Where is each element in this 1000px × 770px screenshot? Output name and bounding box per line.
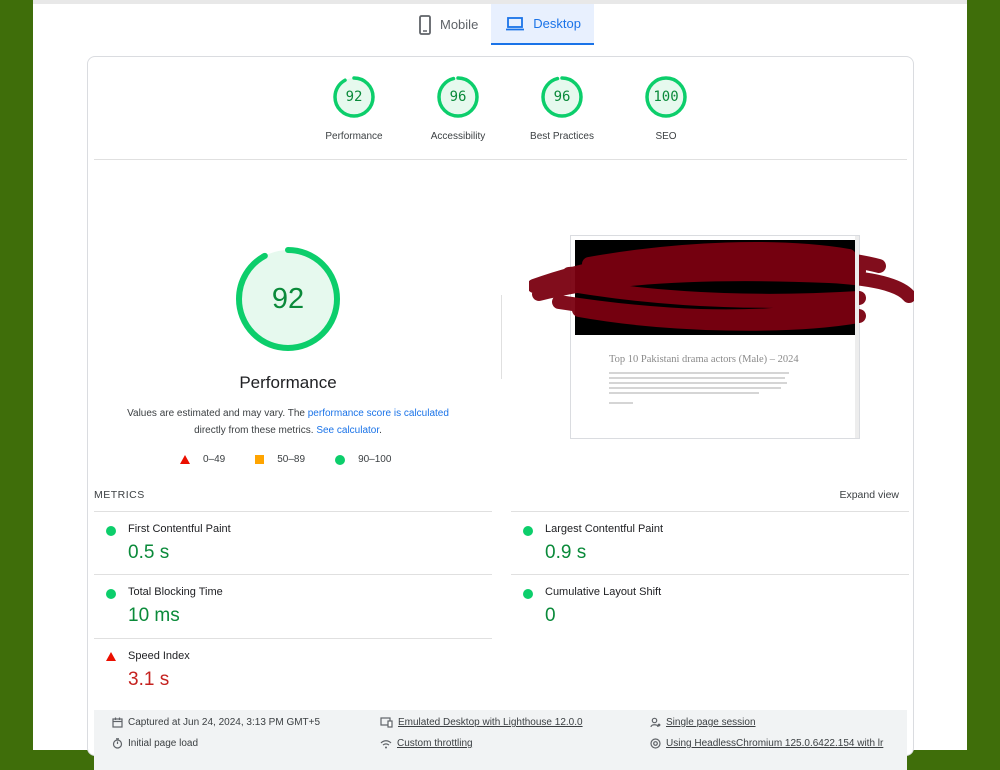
laptop-icon — [505, 16, 525, 32]
load-info: Initial page load — [112, 738, 198, 749]
page: Mobile Desktop 92 Performance 96 Accessi… — [33, 0, 967, 770]
fail-triangle-icon — [106, 652, 116, 661]
legend-pass-label: 90–100 — [358, 454, 392, 465]
metric-value: 0 — [545, 605, 556, 626]
metric-label: Cumulative Layout Shift — [545, 586, 662, 598]
load-text: Initial page load — [128, 738, 199, 749]
metric-label: Total Blocking Time — [128, 586, 223, 598]
pass-dot-icon — [106, 589, 116, 599]
square-icon — [255, 455, 265, 464]
performance-score: 92 — [271, 282, 305, 315]
gauge-score: 96 — [449, 89, 467, 105]
pass-dot-icon — [523, 526, 533, 536]
screenshot-text-lines — [609, 372, 789, 407]
metric-total-blocking-time[interactable]: Total Blocking Time 10 ms — [94, 574, 492, 637]
performance-note: Values are estimated and may vary. The p… — [110, 405, 466, 439]
captured-info: Captured at Jun 24, 2024, 3:13 PM GMT+5 — [112, 717, 320, 728]
note-middle: directly from these metrics. — [194, 425, 317, 436]
performance-title: Performance — [239, 373, 337, 392]
metric-value: 10 ms — [128, 605, 180, 626]
gauge-best-practices[interactable]: 96 Best Practices — [510, 75, 614, 142]
screenshot-scrollbar — [855, 236, 859, 438]
calendar-icon — [112, 717, 123, 728]
circle-icon — [335, 454, 346, 465]
emulated-info[interactable]: Emulated Desktop with Lighthouse 12.0.0 — [380, 717, 583, 728]
metric-cumulative-layout-shift[interactable]: Cumulative Layout Shift 0 — [511, 574, 909, 637]
performance-gauge-large: 92 — [234, 245, 342, 353]
vertical-separator — [501, 295, 502, 379]
timer-icon — [112, 738, 123, 749]
note-suffix: . — [379, 425, 382, 436]
tab-mobile-label: Mobile — [440, 17, 479, 32]
note-prefix: Values are estimated and may vary. The — [127, 408, 308, 419]
phone-icon — [418, 14, 432, 35]
pass-dot-icon — [106, 526, 116, 536]
gauge-label: Accessibility — [430, 131, 486, 142]
metric-speed-index[interactable]: Speed Index 3.1 s — [94, 638, 492, 701]
throttling-text: Custom throttling — [397, 738, 473, 749]
page-screenshot: Top 10 Pakistani drama actors (Male) – 2… — [529, 235, 914, 439]
metric-value: 0.9 s — [545, 542, 587, 563]
metric-label: Speed Index — [128, 650, 190, 662]
wifi-icon — [380, 739, 392, 749]
device-icon — [380, 717, 393, 728]
gauge-score: 92 — [345, 89, 363, 105]
performance-score-link[interactable]: performance score is calculated — [308, 408, 449, 419]
triangle-icon — [180, 455, 190, 464]
session-text: Single page session — [666, 717, 756, 728]
gauge-score: 96 — [553, 89, 571, 105]
see-calculator-link[interactable]: See calculator — [316, 425, 379, 436]
legend-average-label: 50–89 — [277, 454, 306, 465]
gauge-label: SEO — [655, 131, 677, 142]
screenshot-article-title: Top 10 Pakistani drama actors (Male) – 2… — [609, 354, 799, 365]
tab-mobile[interactable]: Mobile — [413, 4, 491, 45]
metric-first-contentful-paint[interactable]: First Contentful Paint 0.5 s — [94, 511, 492, 574]
gauge-label: Performance — [325, 131, 383, 142]
report-card: 92 Performance 96 Accessibility 96 Best … — [87, 56, 914, 770]
expand-view-button[interactable]: Expand view — [839, 489, 899, 501]
gauges-divider — [94, 159, 907, 160]
metric-label: First Contentful Paint — [128, 523, 231, 535]
emulated-text: Emulated Desktop with Lighthouse 12.0.0 — [398, 717, 583, 728]
metrics-heading: METRICS — [94, 489, 145, 501]
throttling-info[interactable]: Custom throttling — [380, 738, 473, 749]
legend-pass: 90–100 — [335, 454, 391, 465]
device-tabs: Mobile Desktop — [413, 4, 594, 45]
runtime-settings: Captured at Jun 24, 2024, 3:13 PM GMT+5 … — [94, 710, 907, 770]
gauge-label: Best Practices — [530, 131, 594, 142]
gauge-accessibility[interactable]: 96 Accessibility — [406, 75, 510, 142]
category-gauges: 92 Performance 96 Accessibility 96 Best … — [302, 75, 718, 142]
score-legend: 0–49 50–89 90–100 — [180, 454, 391, 465]
legend-fail: 0–49 — [180, 454, 225, 465]
metric-value: 0.5 s — [128, 542, 170, 563]
metric-value: 3.1 s — [128, 669, 170, 690]
person-icon — [650, 717, 661, 728]
session-info[interactable]: Single page session — [650, 717, 756, 728]
gauge-score: 100 — [653, 89, 679, 105]
legend-average: 50–89 — [255, 454, 305, 465]
tab-desktop-label: Desktop — [533, 16, 581, 31]
metric-largest-contentful-paint[interactable]: Largest Contentful Paint 0.9 s — [511, 511, 909, 574]
browser-text: Using HeadlessChromium 125.0.6422.154 wi… — [666, 738, 884, 749]
browser-info[interactable]: Using HeadlessChromium 125.0.6422.154 wi… — [650, 738, 883, 749]
gauge-performance[interactable]: 92 Performance — [302, 75, 406, 142]
metric-label: Largest Contentful Paint — [545, 523, 664, 535]
gauge-seo[interactable]: 100 SEO — [614, 75, 718, 142]
chrome-icon — [650, 738, 661, 749]
tab-desktop[interactable]: Desktop — [491, 4, 594, 45]
pass-dot-icon — [523, 589, 533, 599]
legend-fail-label: 0–49 — [203, 454, 226, 465]
captured-text: Captured at Jun 24, 2024, 3:13 PM GMT+5 — [128, 717, 321, 728]
